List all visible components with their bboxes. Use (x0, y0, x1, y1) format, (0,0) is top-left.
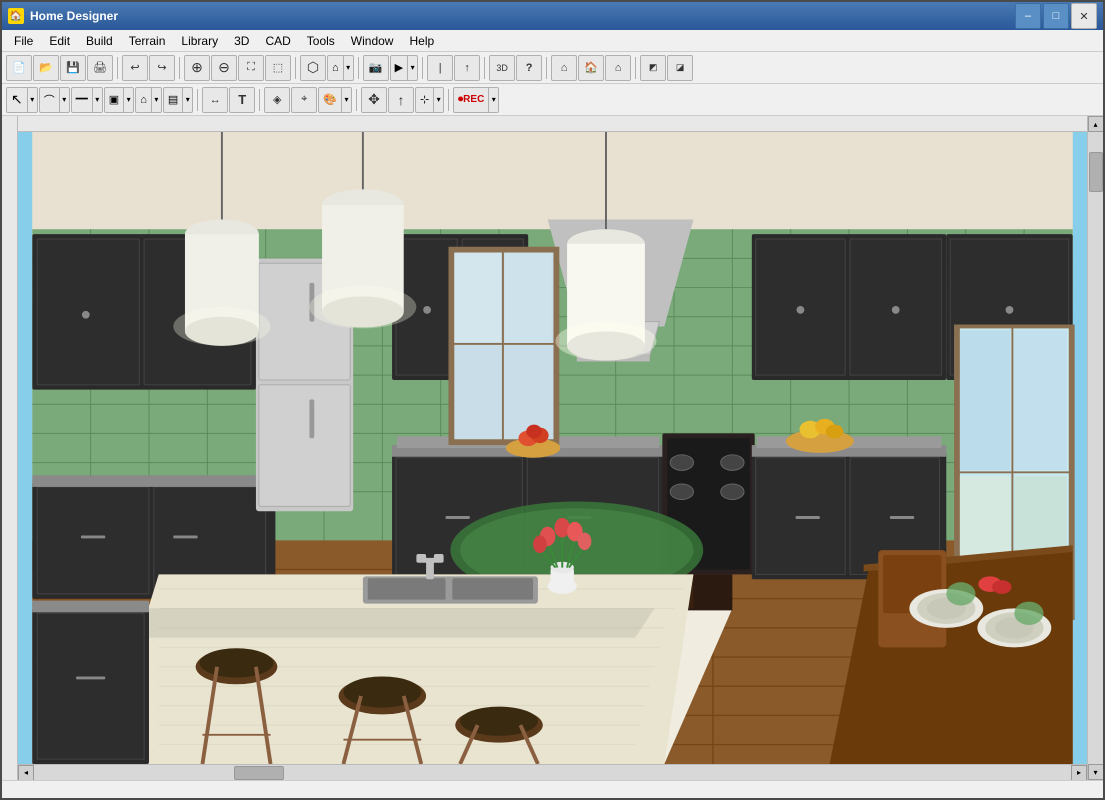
house-plan-button[interactable]: ⌂ (551, 55, 577, 81)
up-arrow-button[interactable]: ↑ (454, 55, 480, 81)
material-eyedrop-button[interactable]: ◈ (264, 87, 290, 113)
perspective-drop[interactable]: ⌂▾ (327, 55, 354, 81)
print-button[interactable]: 🖨 (87, 55, 113, 81)
3d-button[interactable]: 3D (489, 55, 515, 81)
menu-window[interactable]: Window (343, 30, 402, 51)
eyedropper-button[interactable]: ⌖ (291, 87, 317, 113)
scroll-right-button[interactable]: ▸ (1071, 765, 1087, 781)
house-3d-button[interactable]: 🏠 (578, 55, 604, 81)
fixture-drop[interactable]: ⌂▾ (135, 87, 162, 113)
paint-drop[interactable]: 🎨▾ (318, 87, 352, 113)
new-button[interactable]: 📄 (6, 55, 32, 81)
status-bar (2, 780, 1103, 798)
app-title: Home Designer (30, 9, 1015, 23)
main-area: ◂ ▸ ▴ ▾ (2, 116, 1103, 780)
arc-drop[interactable]: ⌒▾ (39, 87, 70, 113)
zoom-fit-button[interactable]: ⛶ (238, 55, 264, 81)
main-window: 🏠 Home Designer – □ ✕ File Edit Build Te… (0, 0, 1105, 800)
toolbar-draw: ↖▾ ⌒▾ ━━▾ ▣▾ ⌂▾ ▤▾ ↔ T ◈ ⌖ 🎨▾ ✥ ↑ ⊹▾ (2, 84, 1103, 116)
dimension-button[interactable]: ↔ (202, 87, 228, 113)
cabinet-drop[interactable]: ▣▾ (104, 87, 134, 113)
menu-tools[interactable]: Tools (299, 30, 343, 51)
minimize-button[interactable]: – (1015, 3, 1041, 29)
scroll-track-horizontal[interactable] (34, 765, 1071, 781)
help-button[interactable]: ? (516, 55, 542, 81)
redo-button[interactable]: ↪ (149, 55, 175, 81)
menu-library[interactable]: Library (173, 30, 226, 51)
select-drop[interactable]: ↖▾ (6, 87, 38, 113)
close-button[interactable]: ✕ (1071, 3, 1097, 29)
text-button[interactable]: T (229, 87, 255, 113)
3d-viewport[interactable] (18, 132, 1087, 764)
camera-button[interactable]: 📷 (363, 55, 389, 81)
fill-button[interactable]: ⬡ (300, 55, 326, 81)
point-button[interactable]: | (427, 55, 453, 81)
menu-help[interactable]: Help (401, 30, 442, 51)
canvas-area[interactable]: ◂ ▸ (18, 116, 1087, 780)
zoom-window-button[interactable]: ⬚ (265, 55, 291, 81)
undo-button[interactable]: ↩ (122, 55, 148, 81)
menu-file[interactable]: File (6, 30, 41, 51)
toolbar-main: 📄 📂 💾 🖨 ↩ ↪ ⊕ ⊖ ⛶ ⬚ ⬡ ⌂▾ 📷 ▶▾ | ↑ 3D ? ⌂… (2, 52, 1103, 84)
scroll-thumb-vertical[interactable] (1089, 152, 1103, 192)
terrain-drop[interactable]: ▤▾ (163, 87, 193, 113)
wall-drop[interactable]: ━━▾ (71, 87, 103, 113)
ruler-vertical (2, 116, 18, 780)
menu-edit[interactable]: Edit (41, 30, 78, 51)
zoom-in-button[interactable]: ⊕ (184, 55, 210, 81)
extra-btn2[interactable]: ◪ (667, 55, 693, 81)
move-button[interactable]: ✥ (361, 87, 387, 113)
house-doll-button[interactable]: ⌂ (605, 55, 631, 81)
camera-drop[interactable]: ▶▾ (390, 55, 418, 81)
scroll-left-button[interactable]: ◂ (18, 765, 34, 781)
transform-drop[interactable]: ⊹▾ (415, 87, 444, 113)
menu-build[interactable]: Build (78, 30, 121, 51)
app-icon: 🏠 (8, 8, 24, 24)
menu-cad[interactable]: CAD (257, 30, 298, 51)
menu-bar: File Edit Build Terrain Library 3D CAD T… (2, 30, 1103, 52)
scroll-track-vertical[interactable] (1088, 132, 1104, 764)
menu-3d[interactable]: 3D (226, 30, 257, 51)
extra-btn1[interactable]: ◩ (640, 55, 666, 81)
window-controls: – □ ✕ (1015, 3, 1097, 29)
scroll-up-button[interactable]: ▴ (1088, 116, 1104, 132)
menu-terrain[interactable]: Terrain (121, 30, 174, 51)
zoom-out-button[interactable]: ⊖ (211, 55, 237, 81)
scrollbar-horizontal: ◂ ▸ (18, 764, 1087, 780)
save-button[interactable]: 💾 (60, 55, 86, 81)
scroll-down-button[interactable]: ▾ (1088, 764, 1104, 780)
maximize-button[interactable]: □ (1043, 3, 1069, 29)
kitchen-scene (18, 132, 1087, 764)
open-button[interactable]: 📂 (33, 55, 59, 81)
ruler-horizontal (18, 116, 1087, 132)
title-bar: 🏠 Home Designer – □ ✕ (2, 2, 1103, 30)
scroll-thumb-horizontal[interactable] (234, 766, 284, 780)
arrow-up-button[interactable]: ↑ (388, 87, 414, 113)
scrollbar-vertical: ▴ ▾ (1087, 116, 1103, 780)
record-drop[interactable]: ⏺REC▾ (453, 87, 499, 113)
